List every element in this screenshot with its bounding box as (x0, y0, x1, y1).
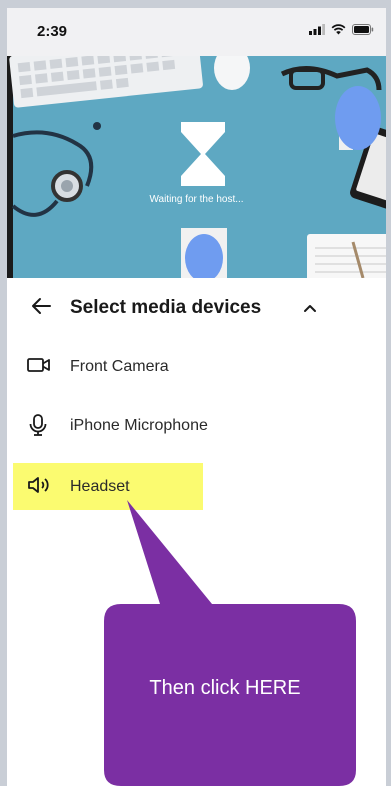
callout-bubble (104, 500, 356, 786)
callout-text: Then click HERE (149, 677, 301, 699)
